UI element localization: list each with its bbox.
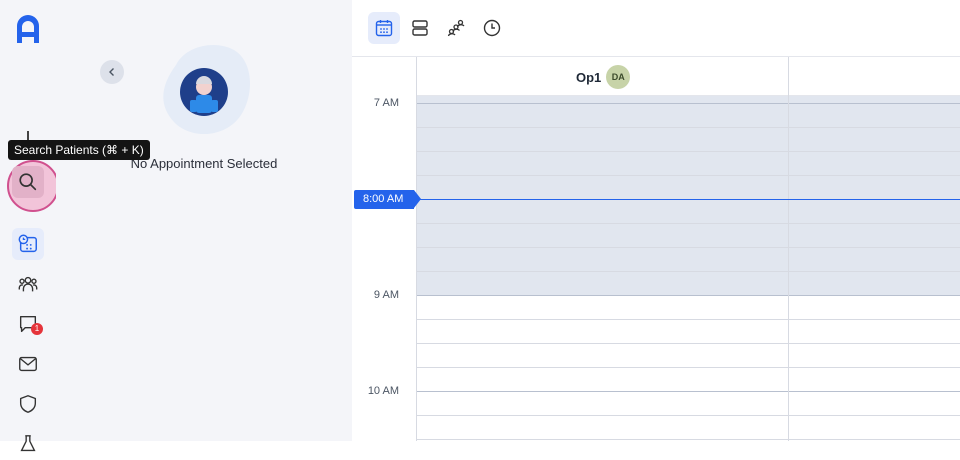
history-view-button[interactable] <box>476 12 508 44</box>
search-patients-button[interactable] <box>12 166 44 198</box>
nav-lab[interactable] <box>12 428 44 460</box>
calendar-area: Op1 DA 7 AM 9 AM 10 AM 8:00 AM <box>352 0 960 441</box>
rows-icon <box>412 20 428 36</box>
day-view-button[interactable] <box>368 12 400 44</box>
calendar-toolbar <box>352 0 960 57</box>
nav-patients[interactable] <box>12 268 44 300</box>
time-label: 10 AM <box>367 385 399 397</box>
no-appointment-illustration <box>163 45 251 135</box>
nav-insurance[interactable] <box>12 388 44 420</box>
op1-schedule-column[interactable] <box>417 97 788 441</box>
group-icon <box>447 19 465 37</box>
current-time-indicator: 8:00 AM <box>354 190 414 209</box>
next-schedule-column[interactable] <box>789 97 960 441</box>
nav-rail: Search Patients (⌘ + K) 1 <box>0 0 150 452</box>
search-icon <box>19 173 37 191</box>
unread-badge: 1 <box>31 323 43 335</box>
nav-schedule[interactable] <box>12 228 44 260</box>
clock-icon <box>483 19 501 37</box>
operatory-name: Op1 <box>576 69 602 85</box>
appointment-panel: No Appointment Selected <box>56 0 352 441</box>
chevron-left-icon <box>109 68 114 76</box>
provider-avatar[interactable]: DA <box>606 65 631 89</box>
shield-icon <box>19 395 37 413</box>
operatory-column-header: Op1 DA <box>416 57 960 96</box>
time-label: 9 AM <box>373 289 399 301</box>
search-tooltip: Search Patients (⌘ + K) <box>8 140 150 160</box>
list-view-button[interactable] <box>404 12 436 44</box>
app-logo-icon[interactable] <box>14 14 42 44</box>
collapse-panel-button[interactable] <box>100 60 124 84</box>
nav-mail[interactable] <box>12 348 44 380</box>
nav-messages[interactable]: 1 <box>12 308 44 340</box>
calendar-grid-icon <box>375 20 393 37</box>
time-label: 7 AM <box>373 97 399 109</box>
people-icon <box>18 276 38 292</box>
mail-icon <box>19 356 37 372</box>
calendar-clock-icon <box>18 234 37 253</box>
operatory-title: Op1 DA <box>576 65 631 89</box>
flask-icon <box>20 435 36 452</box>
provider-view-button[interactable] <box>440 12 472 44</box>
